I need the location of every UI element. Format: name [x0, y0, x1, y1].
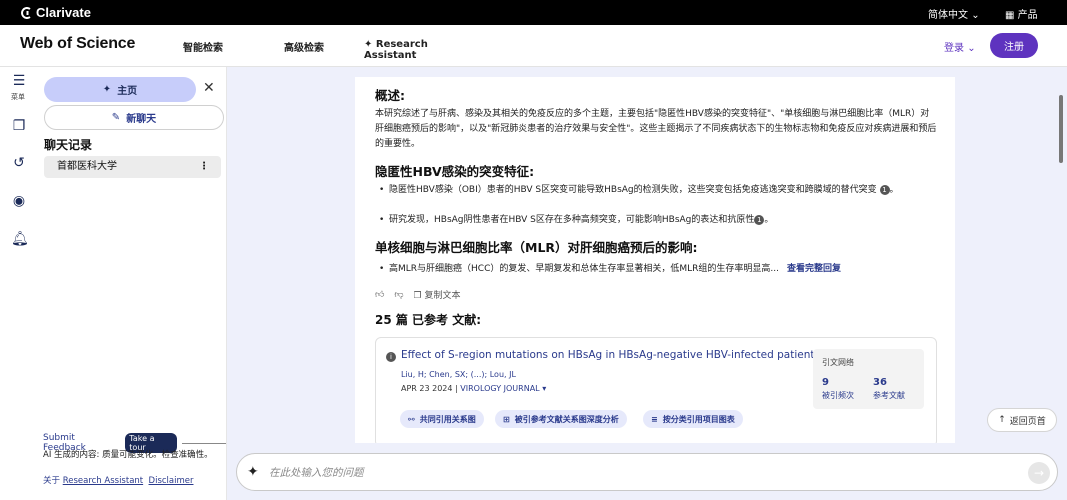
- thumbs-down-icon[interactable]: 👎︎: [394, 290, 403, 300]
- divider: [182, 442, 227, 444]
- graph-icon: ⚯: [408, 414, 415, 424]
- section1-bullet-1: 隐匿性HBV感染（OBI）患者的HBV S区突变可能导致HBsAg的检测失败，这…: [379, 183, 939, 198]
- arrow-right-icon: →: [1033, 466, 1045, 480]
- close-icon[interactable]: ✕: [203, 80, 215, 96]
- citation-badge[interactable]: 1: [879, 184, 890, 195]
- chat-sidebar: ✦ 主页 ✕ ✎ 新聊天 聊天记录 首都医科大学 ⋮ Submit Feedback …: [37, 67, 227, 500]
- copy-icon: ❐: [413, 291, 422, 301]
- send-button[interactable]: →: [1028, 462, 1050, 484]
- back-to-top-button[interactable]: ↑ 返回页首: [987, 408, 1057, 432]
- clarivate-logo[interactable]: Clarivate: [20, 5, 91, 20]
- new-chat-button[interactable]: ✎ 新聊天: [44, 105, 224, 130]
- header: Web of Science 智能检索 高级检索 ✦ Research Assi…: [0, 25, 1067, 72]
- edit-icon: ✎: [111, 112, 121, 123]
- sparkle-icon: ✦: [247, 464, 259, 480]
- cited-refs-analysis-button[interactable]: ⊞ 被引参考文献关系图深度分析: [495, 410, 627, 428]
- reference-card: i Effect of S-region mutations on HBsAg …: [375, 337, 937, 443]
- references-title: 25 篇 已参考 文献:: [375, 313, 482, 327]
- arrow-up-icon: ↑: [998, 415, 1006, 425]
- disclaimer-link[interactable]: Disclaimer: [149, 476, 194, 486]
- overview-text: 本研究综述了与肝病、感染及其相关的免疫反应的多个主题，主要包括"隐匿性HBV感染…: [375, 109, 937, 149]
- network-title: 引文网络: [822, 358, 854, 367]
- bell-icon[interactable]: 🔔︎: [11, 231, 29, 247]
- answer-card: 概述: 本研究综述了与肝病、感染及其相关的免疫反应的多个主题，主要包括"隐匿性H…: [355, 77, 955, 443]
- reference-title-link[interactable]: Effect of S-region mutations on HBsAg in…: [401, 349, 820, 361]
- footer-links: 关于 Research Assistant Disclaimer: [43, 474, 193, 486]
- sparkle-icon: ✦: [364, 39, 373, 50]
- chevron-down-icon: ⌄: [967, 43, 976, 54]
- about-prefix: 关于: [43, 476, 63, 486]
- history-title: 聊天记录: [44, 138, 93, 152]
- clarivate-icon: [21, 6, 31, 19]
- section2-bullet: 高MLR与肝细胞癌（HCC）的复发、早期复发和总体生存率显著相关，低MLR组的生…: [379, 262, 939, 277]
- icon-rail: ☰ 菜单 ❐ ↺ ◉ 🔔︎: [0, 67, 37, 500]
- section1-bullet-2: 研究发现，HBsAg阴性患者在HBV S区存在多种高频突变，可能影响HBsAg的…: [379, 213, 939, 228]
- ai-disclaimer-note: AI 生成的内容: 质量可能变化。检查准确性。: [43, 450, 213, 460]
- overview-heading: 概述:: [375, 88, 405, 103]
- co-citation-graph-button[interactable]: ⚯ 共同引用关系图: [400, 410, 484, 428]
- menu-label: 菜单: [11, 93, 25, 101]
- journal-link[interactable]: VIROLOGY JOURNAL: [460, 384, 539, 393]
- chevron-down-icon[interactable]: ▾: [542, 384, 546, 393]
- grid-icon: ▦: [1005, 10, 1015, 21]
- question-input[interactable]: [269, 464, 1009, 482]
- section2-heading: 单核细胞与淋巴细胞比率（MLR）对肝细胞癌预后的影响:: [375, 240, 698, 255]
- chevron-down-icon: ⌄: [971, 10, 980, 21]
- language-selector[interactable]: 简体中文 ⌄: [928, 6, 980, 21]
- reference-date-journal: APR 23 2024 | VIROLOGY JOURNAL ▾: [401, 384, 547, 393]
- nav-advanced-search[interactable]: 高级检索: [284, 39, 324, 54]
- list-icon: ≡: [651, 414, 658, 424]
- sparkle-icon: ✦: [102, 84, 112, 95]
- section1-heading: 隐匿性HBV感染的突变特征:: [375, 164, 535, 179]
- reference-authors[interactable]: Liu, H; Chen, SX; (...); Lou, JL: [401, 370, 516, 379]
- more-options-icon[interactable]: ⋮: [199, 156, 209, 178]
- products-menu[interactable]: ▦ 产品: [1005, 6, 1038, 21]
- copy-text-button[interactable]: ❐ 复制文本: [414, 288, 461, 301]
- account-icon[interactable]: ◉: [11, 193, 27, 209]
- question-input-bar: ✦ →: [236, 453, 1058, 491]
- about-ra-link[interactable]: Research Assistant: [63, 476, 143, 486]
- menu-icon[interactable]: ☰: [11, 73, 27, 89]
- library-icon[interactable]: ❐: [11, 118, 27, 134]
- nav-smart-search[interactable]: 智能检索: [183, 39, 223, 54]
- times-cited-label: 被引频次: [822, 391, 854, 400]
- history-item[interactable]: 首都医科大学 ⋮: [44, 156, 221, 178]
- answer-actions: 👍︎ 👎︎ ❐ 复制文本: [375, 288, 461, 302]
- home-button[interactable]: ✦ 主页: [44, 77, 196, 102]
- citation-chart-button[interactable]: ≡ 按分类引用项目图表: [643, 410, 743, 428]
- main-content: 概述: 本研究综述了与肝病、感染及其相关的免疫反应的多个主题，主要包括"隐匿性H…: [227, 67, 1067, 500]
- history-icon[interactable]: ↺: [11, 155, 27, 171]
- brand-name: Clarivate: [36, 5, 91, 20]
- top-bar: Clarivate 简体中文 ⌄ ▦ 产品: [0, 0, 1067, 25]
- login-link[interactable]: 登录 ⌄: [944, 39, 976, 54]
- table-icon: ⊞: [503, 414, 510, 424]
- register-button[interactable]: 注册: [990, 33, 1038, 58]
- times-cited-count[interactable]: 9: [822, 377, 829, 388]
- citation-network-box: 引文网络 9 被引频次 36 参考文献: [813, 349, 924, 409]
- wos-logo[interactable]: Web of Science: [20, 35, 135, 53]
- citation-badge[interactable]: 1: [754, 214, 765, 225]
- references-count[interactable]: 36: [873, 377, 887, 388]
- info-icon: i: [386, 350, 396, 363]
- thumbs-up-icon[interactable]: 👍︎: [375, 290, 384, 300]
- scrollbar[interactable]: [1059, 95, 1063, 163]
- references-label: 参考文献: [873, 391, 905, 400]
- see-full-reply-link[interactable]: 查看完整回复: [787, 264, 841, 274]
